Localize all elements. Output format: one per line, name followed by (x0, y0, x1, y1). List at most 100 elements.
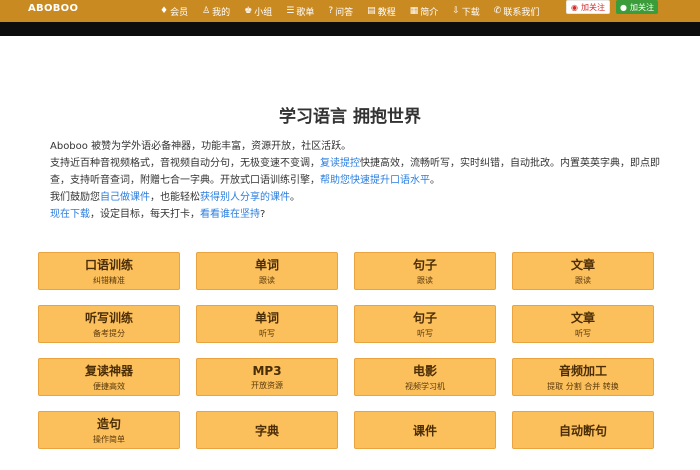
feature-tile[interactable]: 口语训练 纠错精准 (38, 252, 180, 290)
feature-tile-title: 文章 (570, 258, 595, 272)
intro-text-4c: ? (260, 209, 266, 220)
feature-tile[interactable]: 听写训练 备考提分 (38, 305, 180, 343)
nav-item[interactable]: ☰ 歌单 (286, 5, 314, 18)
feature-tile[interactable]: 句子 跟读 (354, 252, 496, 290)
nav-item-label: 联系我们 (503, 7, 540, 18)
feature-tile-title: 电影 (412, 364, 437, 378)
feature-tile[interactable]: 句子 听写 (354, 305, 496, 343)
intro-text: Aboboo 被赞为学外语必备神器，功能丰富，资源开放，社区活跃。 支持近百种音… (30, 138, 670, 223)
feature-tile-title: 文章 (570, 311, 595, 325)
feature-tile-subtitle: 便捷高效 (93, 382, 125, 391)
nav-item[interactable]: ⇩ 下载 (452, 5, 480, 18)
make-courseware-link[interactable]: 自己做课件 (100, 192, 150, 203)
nav-item[interactable]: ? 问答 (328, 5, 353, 18)
feature-tile-title: 音频加工 (558, 364, 607, 378)
top-navbar: ABOBOO ♦ 会员 ♙ 我的 ♚ 小组 ☰ 歌单? 问答 ▤ 教程 ▦ 简介 ⇩ 下载 ✆ 联系我们 ◉ 加… (0, 0, 700, 22)
nav-item[interactable]: ▤ 教程 (367, 5, 396, 18)
weibo-icon: ◉ (571, 2, 578, 12)
feature-tile[interactable]: 复读神器 便捷高效 (38, 358, 180, 396)
wechat-icon: ● (620, 2, 627, 12)
feature-tile-subtitle: 听写 (417, 329, 433, 338)
nav-item-label: 会员 (170, 7, 189, 18)
intro-text-1: Aboboo 被赞为学外语必备神器，功能丰富，资源开放，社区活跃。 (50, 141, 352, 152)
user-icon: ♙ (202, 6, 211, 16)
feature-tile-subtitle: 备考提分 (93, 329, 125, 338)
nav-item[interactable]: ✆ 联系我们 (494, 5, 540, 18)
brand-logo[interactable]: ABOBOO (28, 3, 78, 14)
feature-tile-subtitle: 跟读 (259, 276, 275, 285)
download-now-link[interactable]: 现在下载 (50, 209, 90, 220)
nav-item-label: 简介 (420, 7, 439, 18)
weibo-follow-button[interactable]: ◉ 加关注 (566, 0, 610, 14)
main-nav: ♦ 会员 ♙ 我的 ♚ 小组 ☰ 歌单? 问答 ▤ 教程 ▦ 简介 ⇩ 下载 ✆ 联系我们 (160, 0, 553, 22)
nav-item-label: 歌单 (296, 7, 315, 18)
feature-tile-title: 听写训练 (84, 311, 133, 325)
feature-tile-title: 句子 (412, 258, 437, 272)
feature-tile-subtitle: 纠错精准 (93, 276, 125, 285)
who-persists-link[interactable]: 看看谁在坚持 (200, 209, 260, 220)
feature-tile-title: 自动断句 (558, 423, 607, 438)
intro-paragraph-2: 支持近百种音视频格式，音视频自动分句，无极变速不变调，复读提控快捷高效，流畅听写… (30, 155, 670, 189)
weibo-follow-label: 加关注 (580, 2, 605, 12)
nav-item[interactable]: ▦ 简介 (410, 5, 439, 18)
feature-tile-title: 课件 (412, 423, 437, 438)
feature-tile[interactable]: MP3 开放资源 (196, 358, 338, 396)
page-title: 学习语言 拥抱世界 (279, 107, 421, 127)
nav-item-label: 下载 (461, 7, 480, 18)
nav-item[interactable]: ♙ 我的 (202, 5, 230, 18)
book-icon: ▤ (367, 6, 376, 16)
feature-tile-title: 口语训练 (84, 258, 133, 272)
intro-text-3b: ，也能轻松 (150, 192, 200, 203)
feature-tile[interactable]: 自动断句 (512, 411, 654, 449)
feature-tile-title: 造句 (96, 417, 121, 431)
shared-courseware-link[interactable]: 获得别人分享的课件 (200, 192, 290, 203)
gem-icon: ♦ (160, 6, 169, 16)
feature-tile-subtitle: 视频学习机 (405, 382, 445, 391)
intro-text-4b: ，设定目标，每天打卡， (90, 209, 200, 220)
nav-item-label: 问答 (335, 7, 354, 18)
feature-tile-subtitle: 听写 (259, 329, 275, 338)
group-icon: ♚ (244, 6, 253, 16)
feature-tile[interactable]: 音频加工提取 分割 合并 转换 (512, 358, 654, 396)
intro-text-3c: 。 (290, 192, 300, 203)
list-icon: ☰ (286, 6, 295, 16)
phone-icon: ✆ (493, 6, 502, 16)
speaking-improve-link[interactable]: 帮助您快速提升口语水平 (320, 175, 430, 186)
feature-tile-subtitle: 跟读 (575, 276, 591, 285)
feature-tile[interactable]: 文章 跟读 (512, 252, 654, 290)
feature-tile[interactable]: 课件 (354, 411, 496, 449)
nav-item-label: 教程 (377, 7, 396, 18)
feature-tile-subtitle: 提取 分割 合并 转换 (547, 382, 619, 391)
nav-item[interactable]: ♚ 小组 (244, 5, 272, 18)
feature-tile[interactable]: 造句 操作简单 (38, 411, 180, 449)
feature-tile[interactable]: 电影 视频学习机 (354, 358, 496, 396)
doc-icon: ▦ (409, 6, 419, 16)
feature-tile[interactable]: 字典 (196, 411, 338, 449)
question-icon: ? (328, 6, 334, 16)
feature-tile-subtitle: 开放资源 (251, 380, 283, 390)
intro-paragraph-1: Aboboo 被赞为学外语必备神器，功能丰富，资源开放，社区活跃。 (30, 138, 670, 155)
feature-tile-title: 单词 (254, 258, 279, 272)
nav-item-label: 我的 (212, 7, 231, 18)
intro-text-2c: 。 (430, 175, 440, 186)
nav-item[interactable]: ♦ 会员 (160, 5, 188, 18)
feature-tile[interactable]: 单词 跟读 (196, 252, 338, 290)
feature-tile-title: MP3 (252, 363, 282, 378)
intro-text-3a: 我们鼓励您 (50, 192, 100, 203)
download-icon: ⇩ (452, 6, 460, 16)
feature-tile-title: 复读神器 (84, 364, 133, 378)
feature-tile-title: 字典 (254, 423, 279, 438)
nav-item-label: 小组 (254, 7, 273, 18)
feature-tile[interactable]: 单词 听写 (196, 305, 338, 343)
intro-paragraph-3: 我们鼓励您自己做课件，也能轻松获得别人分享的课件。 (30, 189, 670, 206)
intro-text-2a: 支持近百种音视频格式，音视频自动分句，无极变速不变调， (50, 158, 320, 169)
wechat-follow-button[interactable]: ● 加关注 (616, 0, 658, 14)
repeat-control-link[interactable]: 复读提控 (320, 158, 360, 169)
header-divider-bar (0, 22, 700, 36)
feature-tile-subtitle: 操作简单 (93, 435, 125, 444)
feature-tile-title: 句子 (412, 311, 437, 325)
wechat-follow-label: 加关注 (629, 2, 654, 12)
feature-tile[interactable]: 文章 听写 (512, 305, 654, 343)
feature-tile-subtitle: 听写 (575, 329, 591, 338)
intro-paragraph-4: 现在下载，设定目标，每天打卡，看看谁在坚持? (30, 206, 670, 223)
